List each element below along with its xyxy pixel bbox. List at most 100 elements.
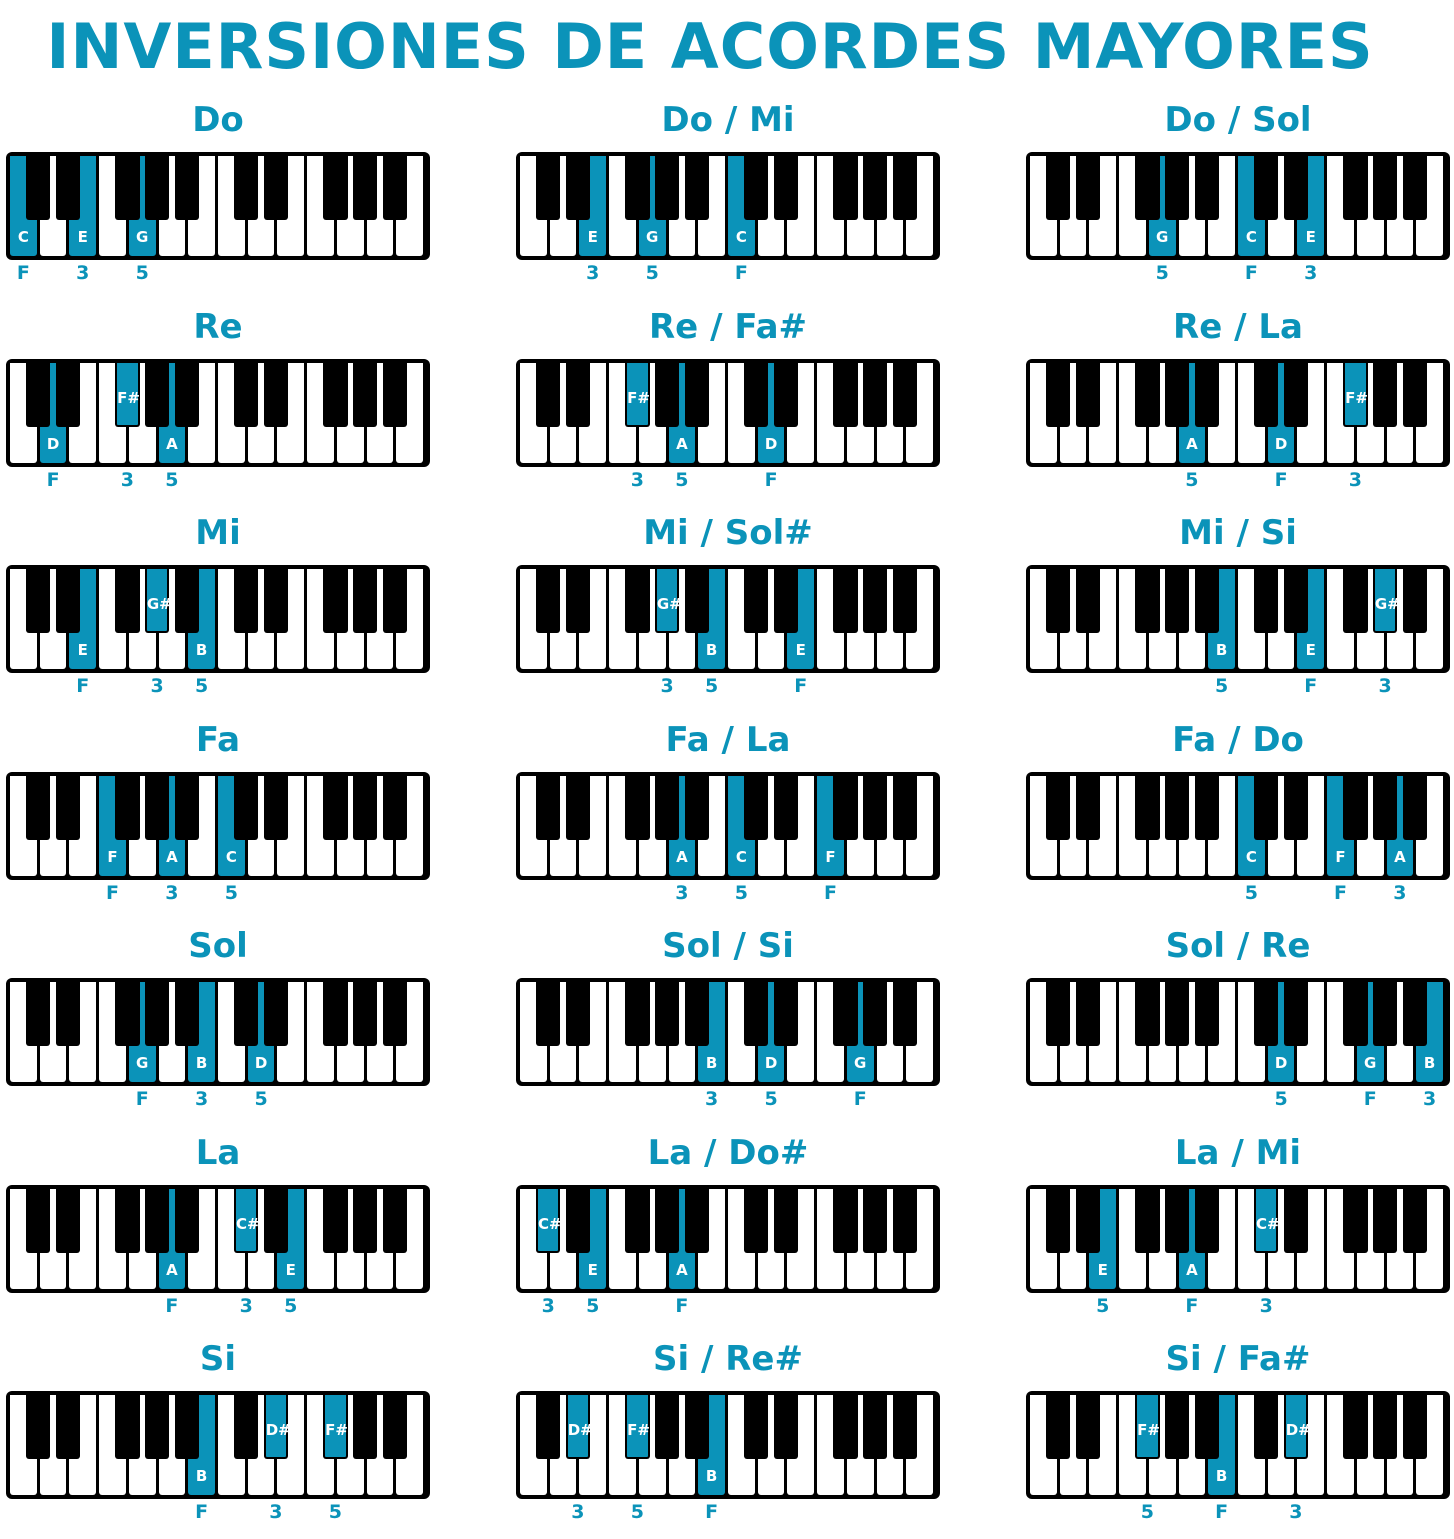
black-key[interactable] xyxy=(684,156,709,220)
black-key[interactable] xyxy=(1283,1188,1309,1253)
black-key[interactable] xyxy=(1135,362,1160,427)
black-key[interactable] xyxy=(654,775,680,840)
black-key[interactable] xyxy=(26,1395,51,1459)
black-key[interactable] xyxy=(654,1395,680,1459)
black-key[interactable] xyxy=(1135,1188,1160,1253)
black-key[interactable] xyxy=(1343,1188,1368,1253)
black-key[interactable] xyxy=(55,569,81,633)
black-key[interactable] xyxy=(382,1188,407,1253)
black-key[interactable] xyxy=(144,775,170,840)
black-key[interactable] xyxy=(565,362,591,427)
black-key[interactable] xyxy=(1254,775,1279,840)
black-key[interactable] xyxy=(323,1188,348,1253)
black-key-highlighted[interactable]: C# xyxy=(1254,1188,1280,1253)
black-key[interactable] xyxy=(1046,1395,1071,1459)
black-key[interactable] xyxy=(565,1188,591,1253)
black-key[interactable] xyxy=(536,362,561,427)
black-key[interactable] xyxy=(773,1188,799,1253)
black-key-highlighted[interactable]: G# xyxy=(144,569,172,633)
black-key[interactable] xyxy=(1194,1188,1219,1253)
black-key-highlighted[interactable]: F# xyxy=(1343,362,1368,427)
black-key[interactable] xyxy=(1046,775,1071,840)
black-key[interactable] xyxy=(862,775,888,840)
black-key[interactable] xyxy=(744,982,769,1046)
black-key[interactable] xyxy=(684,362,709,427)
black-key[interactable] xyxy=(1372,982,1398,1046)
black-key[interactable] xyxy=(174,775,199,840)
black-key[interactable] xyxy=(1046,982,1071,1046)
black-key[interactable] xyxy=(1283,362,1309,427)
black-key[interactable] xyxy=(1343,156,1368,220)
black-key[interactable] xyxy=(1194,569,1219,633)
black-key[interactable] xyxy=(144,982,170,1046)
black-key[interactable] xyxy=(174,569,199,633)
black-key[interactable] xyxy=(744,775,769,840)
black-key[interactable] xyxy=(115,156,140,220)
black-key[interactable] xyxy=(1075,775,1101,840)
black-key[interactable] xyxy=(234,1395,259,1459)
black-key[interactable] xyxy=(352,569,378,633)
black-key[interactable] xyxy=(115,982,140,1046)
black-key[interactable] xyxy=(862,982,888,1046)
black-key[interactable] xyxy=(1164,569,1190,633)
black-key[interactable] xyxy=(234,156,259,220)
black-key[interactable] xyxy=(654,1188,680,1253)
black-key[interactable] xyxy=(565,156,591,220)
black-key[interactable] xyxy=(352,1188,378,1253)
black-key[interactable] xyxy=(55,1395,81,1459)
black-key[interactable] xyxy=(1402,1188,1427,1253)
black-key-highlighted[interactable]: F# xyxy=(625,1395,650,1459)
black-key[interactable] xyxy=(382,982,407,1046)
black-key[interactable] xyxy=(1402,156,1427,220)
black-key[interactable] xyxy=(892,982,917,1046)
black-key[interactable] xyxy=(1283,982,1309,1046)
black-key[interactable] xyxy=(773,569,799,633)
black-key[interactable] xyxy=(684,569,709,633)
black-key[interactable] xyxy=(144,1188,170,1253)
black-key[interactable] xyxy=(234,775,259,840)
black-key[interactable] xyxy=(115,1395,140,1459)
black-key[interactable] xyxy=(862,156,888,220)
black-key[interactable] xyxy=(323,569,348,633)
black-key-highlighted[interactable]: F# xyxy=(115,362,140,427)
black-key[interactable] xyxy=(536,156,561,220)
black-key[interactable] xyxy=(382,1395,407,1459)
black-key[interactable] xyxy=(382,569,407,633)
black-key[interactable] xyxy=(1402,1395,1427,1459)
black-key-highlighted[interactable]: C# xyxy=(536,1188,562,1253)
black-key[interactable] xyxy=(144,156,170,220)
black-key[interactable] xyxy=(1164,156,1190,220)
black-key[interactable] xyxy=(26,362,51,427)
black-key[interactable] xyxy=(773,1395,799,1459)
black-key[interactable] xyxy=(1194,156,1219,220)
black-key[interactable] xyxy=(1283,156,1309,220)
black-key[interactable] xyxy=(536,569,561,633)
black-key[interactable] xyxy=(1164,982,1190,1046)
black-key[interactable] xyxy=(1075,362,1101,427)
black-key[interactable] xyxy=(144,362,170,427)
black-key[interactable] xyxy=(144,1395,170,1459)
black-key[interactable] xyxy=(115,775,140,840)
black-key[interactable] xyxy=(26,775,51,840)
black-key[interactable] xyxy=(26,156,51,220)
black-key[interactable] xyxy=(263,775,289,840)
black-key[interactable] xyxy=(654,362,680,427)
black-key[interactable] xyxy=(26,569,51,633)
black-key[interactable] xyxy=(1343,775,1368,840)
black-key[interactable] xyxy=(1046,362,1071,427)
black-key[interactable] xyxy=(625,569,650,633)
black-key[interactable] xyxy=(1402,982,1427,1046)
black-key[interactable] xyxy=(536,982,561,1046)
black-key[interactable] xyxy=(892,1395,917,1459)
black-key[interactable] xyxy=(684,982,709,1046)
black-key[interactable] xyxy=(352,1395,378,1459)
black-key[interactable] xyxy=(234,569,259,633)
black-key-highlighted[interactable]: G# xyxy=(654,569,682,633)
black-key[interactable] xyxy=(55,982,81,1046)
black-key[interactable] xyxy=(1194,1395,1219,1459)
black-key[interactable] xyxy=(1372,775,1398,840)
black-key[interactable] xyxy=(684,775,709,840)
black-key[interactable] xyxy=(1343,982,1368,1046)
black-key[interactable] xyxy=(1254,982,1279,1046)
black-key[interactable] xyxy=(1283,775,1309,840)
